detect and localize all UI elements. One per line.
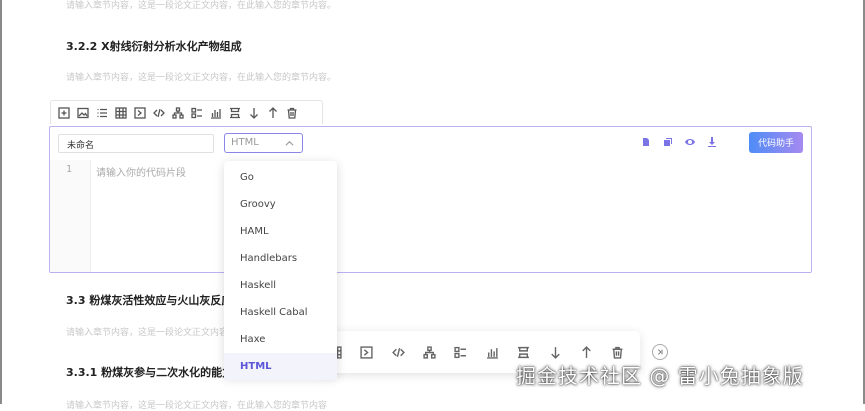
language-option-selected[interactable]: HTML: [224, 353, 337, 380]
language-option[interactable]: Handlebars: [224, 245, 337, 272]
copy-icon[interactable]: [662, 136, 673, 147]
chart-icon[interactable]: [483, 342, 501, 362]
formula-icon[interactable]: [131, 104, 148, 121]
chart-icon[interactable]: [207, 104, 224, 121]
collapse-toolbar-icon[interactable]: [652, 344, 668, 360]
paragraph-placeholder[interactable]: 请输入章节内容，这是一段论文正文内容，在此输入您的章节内容。: [66, 70, 336, 83]
diagram-icon[interactable]: [420, 342, 438, 362]
list-icon[interactable]: [93, 104, 110, 121]
line-number: 1: [66, 164, 73, 175]
code-icon[interactable]: [150, 104, 167, 121]
move-up-icon[interactable]: [264, 104, 281, 121]
code-block: 未命名 HTML 代码助手 1 请输入你的代码片段: [49, 126, 812, 273]
download-icon[interactable]: [706, 136, 717, 147]
flow-icon[interactable]: [188, 104, 205, 121]
language-option[interactable]: Go: [224, 164, 337, 191]
code-name-input[interactable]: 未命名: [58, 134, 214, 153]
watermark: 掘金技术社区 @ 雷小兔抽象版: [516, 364, 804, 388]
language-option[interactable]: Haxe: [224, 326, 337, 353]
code-actions: [629, 136, 717, 147]
table-icon[interactable]: [112, 104, 129, 121]
heading-3-2-2[interactable]: 3.2.2 X射线衍射分析水化产物组成: [66, 38, 242, 54]
code-icon[interactable]: [389, 342, 407, 362]
paragraph-placeholder-top[interactable]: 请输入章节内容，这是一段论文正文内容，在此输入您的章节内容。: [66, 0, 336, 11]
language-option[interactable]: HAML: [224, 218, 337, 245]
move-down-icon[interactable]: [245, 104, 262, 121]
language-option[interactable]: Haskell Cabal: [224, 299, 337, 326]
block-toolbar: [50, 100, 323, 124]
heading-3-3[interactable]: 3.3 粉煤灰活性效应与火山灰反应: [66, 292, 232, 308]
delete-icon[interactable]: [609, 342, 627, 362]
add-block-icon[interactable]: [55, 104, 72, 121]
image-icon[interactable]: [74, 104, 91, 121]
delete-icon[interactable]: [283, 104, 300, 121]
layout-icon[interactable]: [514, 342, 532, 362]
flow-icon[interactable]: [452, 342, 470, 362]
move-up-icon[interactable]: [577, 342, 595, 362]
theme-icon[interactable]: [640, 136, 651, 147]
diagram-icon[interactable]: [169, 104, 186, 121]
language-select[interactable]: HTML: [224, 133, 303, 153]
layout-icon[interactable]: [226, 104, 243, 121]
code-editor[interactable]: 请输入你的代码片段: [96, 164, 186, 179]
paragraph-placeholder-bottom[interactable]: 请输入章节内容，这是一段论文正文内容，在此输入您的章节内容: [66, 398, 327, 411]
language-dropdown: Go Groovy HAML Handlebars Haskell Haskel…: [224, 161, 337, 380]
line-gutter: 1: [50, 160, 91, 272]
preview-eye-icon[interactable]: [684, 136, 695, 147]
heading-3-3-1[interactable]: 3.3.1 粉煤灰参与二次水化的能力: [66, 364, 233, 380]
chevron-up-icon: [285, 140, 294, 146]
move-down-icon[interactable]: [546, 342, 564, 362]
formula-icon[interactable]: [357, 342, 375, 362]
language-select-value: HTML: [231, 137, 259, 148]
code-assistant-button[interactable]: 代码助手: [749, 132, 803, 153]
language-option[interactable]: Groovy: [224, 191, 337, 218]
page-edge-left: [0, 0, 2, 404]
language-option[interactable]: Haskell: [224, 272, 337, 299]
